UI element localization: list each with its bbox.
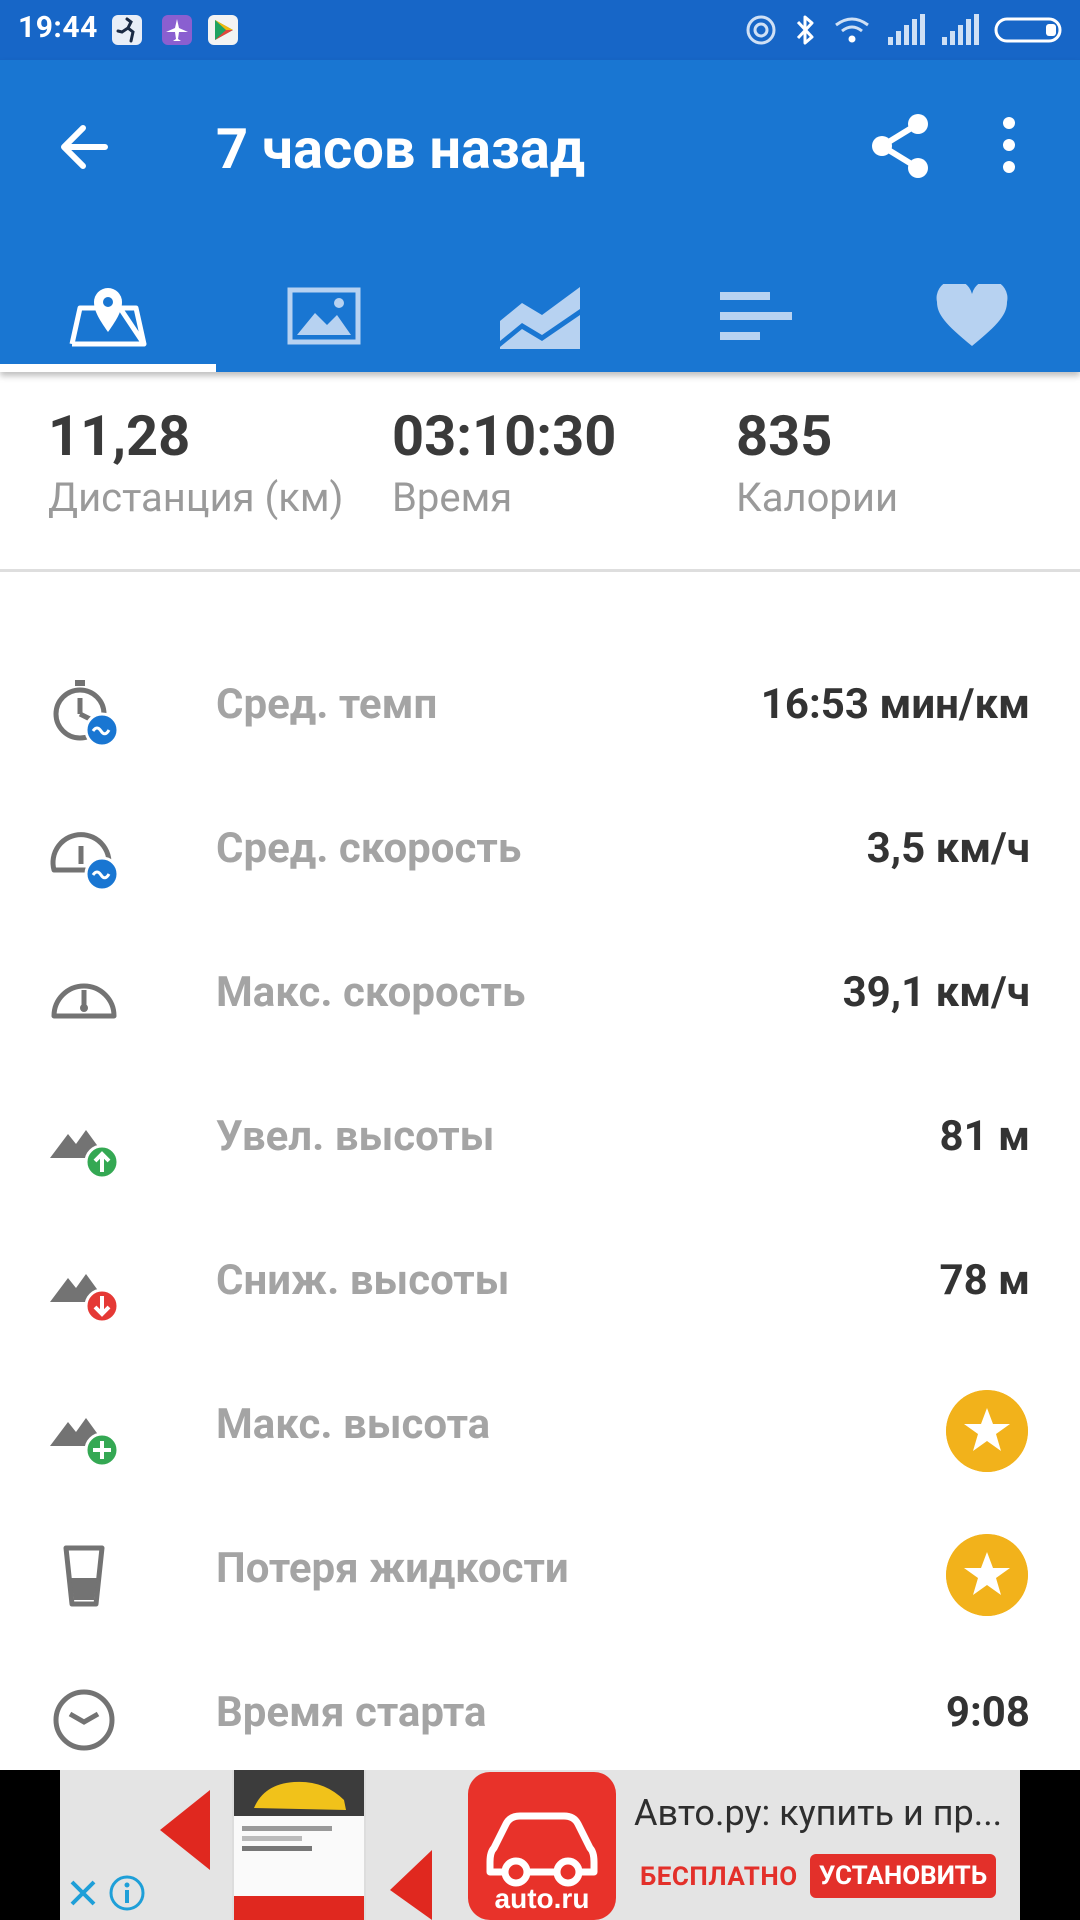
- calories-value: 835: [736, 403, 833, 469]
- distance-value: 11,28: [48, 403, 191, 469]
- tab-heart-rate[interactable]: [864, 260, 1080, 372]
- ad-install-button[interactable]: УСТАНОВИТЬ: [810, 1854, 996, 1898]
- tab-photos[interactable]: [216, 260, 432, 372]
- calories-label: Калории: [736, 474, 899, 521]
- ad-logo-text: auto.ru: [495, 1883, 590, 1914]
- metric-row-elev-gain: Увел. высоты 81 м: [0, 1072, 1080, 1216]
- status-bar: 19:44: [0, 0, 1080, 60]
- wifi-icon: [835, 17, 869, 43]
- summary-calories: 835 Калории: [736, 402, 898, 526]
- page-title: 7 часов назад: [216, 116, 586, 182]
- bluetooth-icon: [796, 15, 814, 45]
- ad-title: Авто.ру: купить и пр...: [634, 1792, 1003, 1834]
- image-icon: [287, 287, 361, 345]
- tab-bar: [0, 260, 1080, 372]
- speedometer-icon: [51, 983, 117, 1019]
- app-bar: 7 часов назад: [0, 60, 1080, 372]
- metric-row-max-elevation[interactable]: Макс. высота: [0, 1360, 1080, 1504]
- heart-icon: [936, 284, 1008, 346]
- elevation-max-icon: [50, 1418, 120, 1468]
- metric-label: Макс. высота: [216, 1400, 491, 1449]
- auto-ru-logo: auto.ru: [468, 1772, 616, 1920]
- area-chart-icon: [500, 287, 580, 349]
- hotspot-icon: [746, 15, 776, 45]
- signal-icon-2: [942, 14, 979, 45]
- elevation-gain-icon: [50, 1130, 120, 1180]
- metric-row-max-speed: Макс. скорость 39,1 км/ч: [0, 928, 1080, 1072]
- metric-value: 9:08: [945, 1688, 1030, 1737]
- premium-star-icon[interactable]: [946, 1534, 1028, 1616]
- time-value: 03:10:30: [392, 403, 617, 469]
- airplane-app-icon: [162, 15, 192, 45]
- metric-row-fluid-loss[interactable]: Потеря жидкости: [0, 1504, 1080, 1648]
- summary-time: 03:10:30 Время: [392, 402, 616, 526]
- metric-value: 3,5 км/ч: [866, 824, 1030, 873]
- summary-distance: 11,28 Дистанция (км): [48, 402, 343, 526]
- car-logo-icon: auto.ru: [486, 1812, 598, 1914]
- tab-charts[interactable]: [432, 260, 648, 372]
- play-store-icon: [208, 15, 238, 45]
- map-pin-icon: [69, 288, 147, 347]
- share-icon[interactable]: [868, 112, 932, 180]
- elevation-loss-icon: [50, 1274, 120, 1324]
- distance-label: Дистанция (км): [48, 474, 344, 521]
- more-options-icon[interactable]: [990, 115, 1028, 175]
- tab-splits[interactable]: [648, 260, 864, 372]
- metric-label: Сред. скорость: [216, 824, 522, 873]
- metric-label: Сниж. высоты: [216, 1256, 510, 1305]
- close-icon[interactable]: [66, 1876, 100, 1910]
- status-icons: [744, 10, 1066, 50]
- status-time: 19:44: [18, 10, 98, 45]
- back-arrow-icon[interactable]: [55, 118, 113, 176]
- battery-icon: [994, 17, 1062, 43]
- metric-value: 39,1 км/ч: [842, 968, 1030, 1017]
- info-icon[interactable]: [108, 1874, 146, 1912]
- metric-value: 81 м: [939, 1112, 1030, 1161]
- metric-value: 78 м: [939, 1256, 1030, 1305]
- ad-content[interactable]: auto.ru Авто.ру: купить и пр... БЕСПЛАТН…: [60, 1770, 1020, 1920]
- speedometer-avg-icon: [50, 832, 120, 892]
- car-photo-icon: [234, 1770, 364, 1920]
- ad-banner: auto.ru Авто.ру: купить и пр... БЕСПЛАТН…: [0, 1770, 1080, 1920]
- metric-row-avg-pace: Сред. темп 16:53 мин/км: [0, 640, 1080, 784]
- runner-app-icon: [112, 15, 142, 45]
- time-label: Время: [392, 474, 513, 521]
- metric-row-avg-speed: Сред. скорость 3,5 км/ч: [0, 784, 1080, 928]
- summary-panel: 11,28 Дистанция (км) 03:10:30 Время 835 …: [0, 372, 1080, 572]
- metric-label: Увел. высоты: [216, 1112, 495, 1161]
- glass-icon: [63, 1545, 105, 1607]
- metric-row-elev-loss: Сниж. высоты 78 м: [0, 1216, 1080, 1360]
- metric-label: Время старта: [216, 1688, 487, 1737]
- metric-label: Потеря жидкости: [216, 1544, 569, 1593]
- ad-screenshot-thumb: [232, 1770, 366, 1920]
- signal-icon-1: [888, 14, 925, 45]
- tab-map[interactable]: [0, 260, 216, 372]
- bars-icon: [720, 292, 792, 340]
- ad-free-label: БЕСПЛАТНО: [640, 1862, 798, 1892]
- clock-icon: [53, 1689, 115, 1751]
- stopwatch-avg-icon: [53, 680, 120, 748]
- metric-label: Макс. скорость: [216, 968, 526, 1017]
- premium-star-icon[interactable]: [946, 1390, 1028, 1472]
- metric-value: 16:53 мин/км: [760, 680, 1030, 729]
- metric-label: Сред. темп: [216, 680, 438, 729]
